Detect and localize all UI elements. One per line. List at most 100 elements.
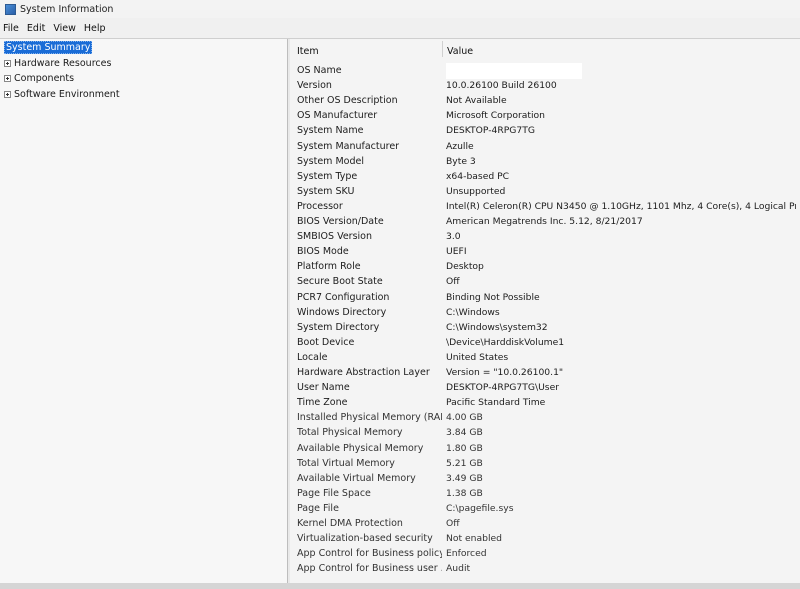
table-row[interactable]: Locale United States bbox=[290, 350, 800, 365]
row-value: Azulle bbox=[446, 140, 474, 152]
table-row[interactable]: BIOS Mode UEFI bbox=[290, 244, 800, 259]
row-item-label: Windows Directory bbox=[297, 306, 387, 318]
row-value: 1.80 GB bbox=[446, 442, 483, 454]
table-row[interactable]: App Control for Business policy Enforced bbox=[290, 546, 800, 561]
table-row[interactable]: Installed Physical Memory (RAM) 4.00 GB bbox=[290, 410, 800, 425]
redaction-box bbox=[446, 63, 582, 79]
table-row[interactable]: Hardware Abstraction Layer Version = "10.… bbox=[290, 365, 800, 380]
tree-item-components[interactable]: Components bbox=[4, 71, 74, 85]
table-row[interactable]: Version 10.0.26100 Build 26100 bbox=[290, 78, 800, 93]
row-value: UEFI bbox=[446, 246, 467, 258]
row-value: Off bbox=[446, 276, 460, 288]
row-item-label: System Directory bbox=[297, 321, 380, 333]
table-row[interactable]: Processor Intel(R) Celeron(R) CPU N3450 @… bbox=[290, 199, 800, 214]
table-row[interactable]: Total Physical Memory 3.84 GB bbox=[290, 425, 800, 440]
row-value: C:\Windows bbox=[446, 306, 500, 318]
menu-file[interactable]: File bbox=[0, 23, 23, 34]
column-header-item[interactable]: Item bbox=[297, 43, 319, 59]
table-row[interactable]: Page File C:\pagefile.sys bbox=[290, 501, 800, 516]
expand-plus-icon[interactable] bbox=[4, 59, 11, 67]
row-value: 3.84 GB bbox=[446, 427, 483, 439]
row-item-label: System Model bbox=[297, 155, 364, 167]
tree-item-system-summary[interactable]: System Summary bbox=[4, 40, 93, 54]
table-row[interactable]: OS Manufacturer Microsoft Corporation bbox=[290, 108, 800, 123]
tree-item-label: Hardware Resources bbox=[14, 57, 112, 69]
row-item-label: Platform Role bbox=[297, 261, 361, 273]
table-row[interactable]: System Type x64-based PC bbox=[290, 169, 800, 184]
row-value: Pacific Standard Time bbox=[446, 397, 546, 409]
row-value: Off bbox=[446, 518, 460, 529]
table-row[interactable]: Kernel DMA Protection Off bbox=[290, 516, 800, 531]
tree-item-label: Software Environment bbox=[14, 88, 120, 100]
menu-edit[interactable]: Edit bbox=[23, 23, 49, 34]
table-row[interactable]: Available Physical Memory 1.80 GB bbox=[290, 441, 800, 456]
table-row[interactable]: PCR7 Configuration Binding Not Possible bbox=[290, 290, 800, 305]
table-row[interactable]: Time Zone Pacific Standard Time bbox=[290, 395, 800, 410]
system-information-icon bbox=[5, 3, 16, 15]
row-value: C:\Windows\system32 bbox=[446, 321, 548, 333]
table-row[interactable]: Secure Boot State Off bbox=[290, 274, 800, 289]
table-row[interactable]: System Model Byte 3 bbox=[290, 154, 800, 169]
row-value: Not enabled bbox=[446, 533, 502, 545]
menu-view[interactable]: View bbox=[49, 23, 80, 34]
row-value: 4.00 GB bbox=[446, 412, 483, 424]
column-header-value[interactable]: Value bbox=[447, 43, 473, 59]
category-tree[interactable]: System Summary Hardware Resources Compon… bbox=[0, 39, 288, 589]
window-title: System Information bbox=[20, 3, 114, 15]
row-value: Audit bbox=[446, 563, 471, 575]
row-value: Version = "10.0.26100.1" bbox=[446, 367, 564, 378]
table-row[interactable]: System Directory C:\Windows\system32 bbox=[290, 320, 800, 335]
tree-item-software-environment[interactable]: Software Environment bbox=[4, 87, 120, 101]
table-row[interactable]: Page File Space 1.38 GB bbox=[290, 486, 800, 501]
table-row[interactable]: BIOS Version/Date American Megatrends Inc… bbox=[290, 214, 800, 229]
row-value bbox=[446, 63, 796, 79]
table-row[interactable]: Windows Directory C:\Windows bbox=[290, 305, 800, 320]
row-item-label: Available Physical Memory bbox=[297, 442, 424, 454]
table-row[interactable]: OS Name bbox=[290, 63, 800, 79]
table-row[interactable]: System Name DESKTOP-4RPG7TG bbox=[290, 123, 800, 138]
table-row[interactable]: User Name DESKTOP-4RPG7TG\User bbox=[290, 380, 800, 395]
table-row[interactable]: SMBIOS Version 3.0 bbox=[290, 229, 800, 244]
row-item-label: Installed Physical Memory (RAM) bbox=[297, 412, 442, 424]
row-item-label: User Name bbox=[297, 382, 350, 394]
menu-bar: File Edit View Help bbox=[0, 18, 800, 39]
table-row[interactable]: Available Virtual Memory 3.49 GB bbox=[290, 471, 800, 486]
row-item-label: Kernel DMA Protection bbox=[297, 518, 403, 529]
row-item-label: Total Physical Memory bbox=[297, 427, 403, 439]
row-value: Unsupported bbox=[446, 185, 506, 197]
tree-item-label: System Summary bbox=[4, 40, 93, 54]
row-value: DESKTOP-4RPG7TG\User bbox=[446, 382, 560, 394]
row-item-label: System Type bbox=[297, 170, 358, 182]
table-row[interactable]: Virtualization-based security Not enabled bbox=[290, 531, 800, 546]
row-value: Intel(R) Celeron(R) CPU N3450 @ 1.10GHz,… bbox=[446, 200, 796, 212]
row-value: C:\pagefile.sys bbox=[446, 502, 514, 514]
row-item-label: Boot Device bbox=[297, 336, 355, 348]
table-row[interactable]: Platform Role Desktop bbox=[290, 259, 800, 274]
column-divider[interactable] bbox=[442, 41, 443, 57]
row-item-label: BIOS Mode bbox=[297, 246, 349, 258]
row-value: \Device\HarddiskVolume1 bbox=[446, 336, 565, 348]
details-list[interactable]: Item Value OS Name Version 10.0.26100 Buil… bbox=[290, 39, 800, 589]
table-row[interactable]: System SKU Unsupported bbox=[290, 184, 800, 199]
row-item-label: BIOS Version/Date bbox=[297, 216, 384, 227]
row-item-label: OS Name bbox=[297, 65, 342, 76]
row-item-label: Available Virtual Memory bbox=[297, 472, 416, 484]
expand-plus-icon[interactable] bbox=[4, 90, 11, 98]
expand-plus-icon[interactable] bbox=[4, 74, 11, 82]
row-value: x64-based PC bbox=[446, 170, 510, 182]
tree-item-hardware-resources[interactable]: Hardware Resources bbox=[4, 56, 111, 70]
table-row[interactable]: App Control for Business user ... Audit bbox=[290, 561, 800, 576]
row-value: Byte 3 bbox=[446, 155, 476, 167]
row-value: Desktop bbox=[446, 261, 484, 273]
row-item-label: Locale bbox=[297, 351, 328, 363]
row-item-label: Page File Space bbox=[297, 487, 371, 499]
table-row[interactable]: System Manufacturer Azulle bbox=[290, 139, 800, 154]
table-row[interactable]: Boot Device \Device\HarddiskVolume1 bbox=[290, 335, 800, 350]
table-row[interactable]: Total Virtual Memory 5.21 GB bbox=[290, 456, 800, 471]
menu-help[interactable]: Help bbox=[80, 23, 110, 34]
row-value: Not Available bbox=[446, 95, 507, 107]
row-item-label: System Manufacturer bbox=[297, 140, 400, 152]
row-value: United States bbox=[446, 351, 509, 363]
table-row[interactable]: Other OS Description Not Available bbox=[290, 93, 800, 108]
row-item-label: Hardware Abstraction Layer bbox=[297, 367, 430, 378]
